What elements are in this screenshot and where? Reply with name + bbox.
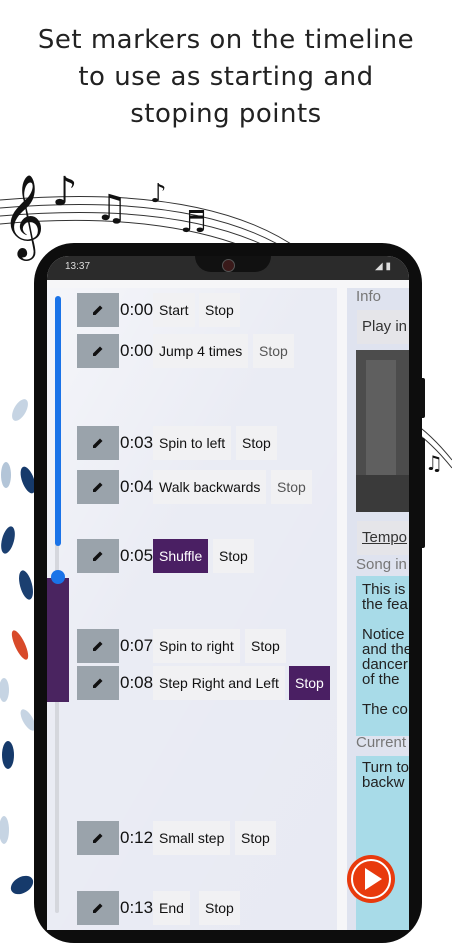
pencil-icon bbox=[93, 438, 103, 448]
marker-time: 0:12 bbox=[120, 828, 154, 847]
beamed-notes-icon: ♫ bbox=[95, 188, 127, 229]
marker-start-button[interactable]: Start bbox=[153, 293, 195, 327]
active-section-indicator bbox=[47, 578, 69, 702]
marker-time: 0:13 bbox=[120, 898, 154, 917]
edit-marker-button[interactable] bbox=[77, 293, 119, 327]
edit-marker-button[interactable] bbox=[77, 426, 119, 460]
headline-line-2: to use as starting and bbox=[78, 62, 374, 92]
marker-stop-button-active[interactable]: Stop bbox=[289, 666, 330, 700]
edit-marker-button[interactable] bbox=[77, 539, 119, 573]
marker-time: 0:00 bbox=[120, 300, 154, 319]
marker-list[interactable]: 0:00 Start Stop 0:00 Jump 4 times Stop 0… bbox=[47, 288, 337, 930]
marker-stop-button[interactable]: Stop bbox=[213, 539, 254, 573]
headline-line-3: stoping points bbox=[130, 99, 322, 129]
edit-marker-button[interactable] bbox=[77, 334, 119, 368]
tempo-button[interactable]: Tempo bbox=[357, 521, 409, 555]
marker-stop-button[interactable]: Stop bbox=[199, 293, 240, 327]
timeline-thumb[interactable] bbox=[51, 570, 65, 584]
marker-time: 0:03 bbox=[120, 433, 154, 452]
edit-marker-button[interactable] bbox=[77, 666, 119, 700]
phone-screen: 13:37 ◢ ▮ 0:00 Start Stop 0:00 Jump 4 ti… bbox=[47, 256, 409, 930]
marker-start-button[interactable]: Step Right and Left bbox=[153, 666, 285, 700]
info-label: Info bbox=[356, 288, 382, 305]
current-text: Turn to backw bbox=[356, 756, 409, 930]
pencil-icon bbox=[93, 641, 103, 651]
marker-stop-button[interactable]: Stop bbox=[235, 821, 276, 855]
pencil-icon bbox=[93, 678, 103, 688]
marker-start-button-active[interactable]: Shuffle bbox=[153, 539, 209, 573]
phone-side-button bbox=[420, 378, 425, 418]
marker-time: 0:04 bbox=[120, 477, 154, 496]
headline-line-1: Set markers on the timeline bbox=[37, 25, 415, 55]
pencil-icon bbox=[93, 551, 103, 561]
pencil-icon bbox=[93, 833, 103, 843]
beamed-notes-icon: ♫ bbox=[425, 451, 443, 475]
marker-stop-button[interactable]: Stop bbox=[199, 891, 240, 925]
timeline-progress bbox=[55, 296, 61, 546]
signal-battery-icon: ◢ ▮ bbox=[375, 261, 391, 272]
marker-stop-button[interactable]: Stop bbox=[253, 334, 294, 368]
play-in-button[interactable]: Play in bbox=[357, 310, 409, 344]
play-button-ring bbox=[351, 859, 391, 899]
note-icon: ♪ bbox=[52, 169, 78, 215]
pencil-icon bbox=[93, 482, 103, 492]
note-icon: ♪ bbox=[150, 179, 167, 209]
pencil-icon bbox=[93, 903, 103, 913]
marker-start-button[interactable]: Walk backwards bbox=[153, 470, 267, 504]
current-label: Current bbox=[356, 734, 407, 751]
marker-start-button[interactable]: End bbox=[153, 891, 190, 925]
camera-icon bbox=[222, 259, 235, 272]
marker-stop-button[interactable]: Stop bbox=[236, 426, 277, 460]
video-preview[interactable] bbox=[356, 350, 409, 512]
phone-volume-button bbox=[420, 438, 425, 548]
marker-start-button[interactable]: Small step bbox=[153, 821, 231, 855]
song-info-text: This is the fea Notice and the dancer of… bbox=[356, 576, 409, 736]
pencil-icon bbox=[93, 305, 103, 315]
marker-start-button[interactable]: Jump 4 times bbox=[153, 334, 249, 368]
marker-stop-button[interactable]: Stop bbox=[271, 470, 312, 504]
beamed-notes-icon: ♬ bbox=[180, 205, 207, 240]
headline: Set markers on the timeline to use as st… bbox=[0, 22, 452, 133]
status-time: 13:37 bbox=[65, 261, 91, 272]
marker-stop-button[interactable]: Stop bbox=[245, 629, 286, 663]
edit-marker-button[interactable] bbox=[77, 470, 119, 504]
marker-time: 0:08 bbox=[120, 673, 154, 692]
treble-clef-icon: 𝄞 bbox=[2, 173, 45, 261]
marker-time: 0:07 bbox=[120, 636, 154, 655]
marker-time: 0:05 bbox=[120, 546, 154, 565]
pencil-icon bbox=[93, 346, 103, 356]
edit-marker-button[interactable] bbox=[77, 891, 119, 925]
edit-marker-button[interactable] bbox=[77, 821, 119, 855]
marker-start-button[interactable]: Spin to left bbox=[153, 426, 232, 460]
edit-marker-button[interactable] bbox=[77, 629, 119, 663]
song-info-label: Song in bbox=[356, 556, 407, 573]
marker-time: 0:00 bbox=[120, 341, 154, 360]
marker-start-button[interactable]: Spin to right bbox=[153, 629, 240, 663]
side-panel: Info Play in Tempo Song in This is the f… bbox=[347, 288, 409, 930]
